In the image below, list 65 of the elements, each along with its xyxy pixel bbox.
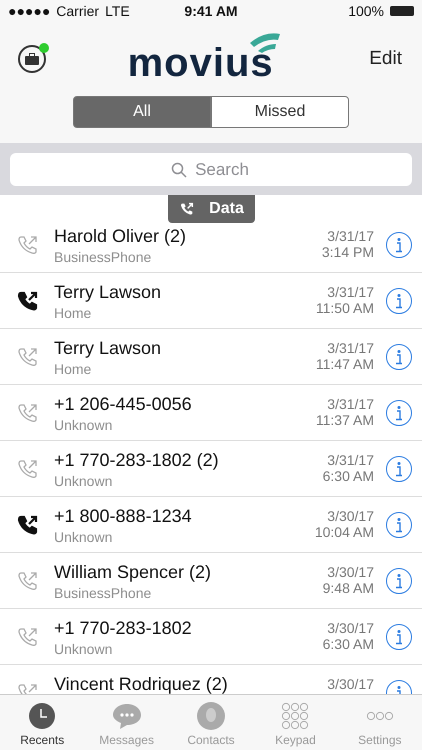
person-icon <box>197 702 226 730</box>
contact-name: +1 770-283-1802 (2) <box>54 450 220 471</box>
info-icon[interactable] <box>386 232 412 258</box>
carrier-label: Carrier <box>56 3 100 19</box>
call-time: 6:30 AM <box>322 636 374 652</box>
contact-name: Vincent Rodriquez (2) <box>54 674 229 694</box>
phone-type: Home <box>54 305 92 321</box>
chat-bubble-icon <box>112 702 142 730</box>
battery-percent: 100% <box>348 3 384 19</box>
call-date: 3/30/17 <box>327 508 374 524</box>
search-field[interactable]: Search <box>10 153 412 186</box>
contact-name: William Spencer (2) <box>54 562 212 583</box>
call-time: 11:50 AM <box>316 300 374 316</box>
battery-icon <box>390 6 414 16</box>
phone-arrow-icon <box>179 201 196 217</box>
keypad-icon <box>280 702 310 730</box>
call-time: 3:14 PM <box>322 244 374 260</box>
contact-name: +1 206-445-0056 <box>54 394 193 415</box>
phone-type: Unknown <box>54 417 114 433</box>
contact-name: +1 770-283-1802 <box>54 618 193 639</box>
call-date: 3/31/17 <box>327 396 374 412</box>
tab-bar-item[interactable]: Recents <box>0 695 84 750</box>
info-icon[interactable] <box>386 568 412 594</box>
info-icon[interactable] <box>386 288 412 314</box>
info-icon[interactable] <box>386 456 412 482</box>
status-dot <box>39 43 49 53</box>
contact-name: +1 800-888-1234 <box>54 506 193 527</box>
edit-button[interactable]: Edit <box>363 47 408 71</box>
contact-name: Terry Lawson <box>54 338 162 359</box>
call-date: 3/31/17 <box>327 452 374 468</box>
line-label: Data <box>209 200 244 218</box>
signal-dots: ●●●●● <box>8 3 50 19</box>
contact-name: Harold Oliver (2) <box>54 226 188 247</box>
phone-type: Home <box>54 361 92 377</box>
logo: movius <box>128 31 282 87</box>
info-icon[interactable] <box>386 624 412 650</box>
network-label: LTE <box>105 3 130 19</box>
contact-name: Terry Lawson <box>54 282 162 303</box>
call-time: 11:37 AM <box>316 412 374 428</box>
call-time: 11:47 AM <box>316 356 374 372</box>
info-icon[interactable] <box>386 512 412 538</box>
call-date: 3/30/17 <box>327 620 374 636</box>
call-date: 3/30/17 <box>327 564 374 580</box>
call-date: 3/30/17 <box>327 676 374 692</box>
call-date: 3/31/17 <box>327 228 374 244</box>
phone-type: BusinessPhone <box>54 585 152 601</box>
briefcase-icon <box>25 53 39 65</box>
phone-type: Unknown <box>54 641 114 657</box>
filter-tab[interactable]: Missed <box>211 96 349 128</box>
info-icon[interactable] <box>386 344 412 370</box>
call-time: 9:48 AM <box>322 580 374 596</box>
info-icon[interactable] <box>386 400 412 426</box>
data-line-tab[interactable]: Data <box>168 195 255 223</box>
account-button[interactable] <box>18 45 46 73</box>
call-date: 3/31/17 <box>327 284 374 300</box>
search-icon <box>171 162 187 178</box>
phone-type: BusinessPhone <box>54 249 152 265</box>
call-time: 10:04 AM <box>314 524 374 540</box>
clock-icon <box>28 702 56 730</box>
clock-time: 9:41 AM <box>184 3 238 19</box>
call-time: 6:30 AM <box>322 468 374 484</box>
phone-type: Unknown <box>54 529 114 545</box>
phone-type: Unknown <box>54 473 114 489</box>
filter-tab[interactable]: All <box>73 96 211 128</box>
call-date: 3/31/17 <box>327 340 374 356</box>
